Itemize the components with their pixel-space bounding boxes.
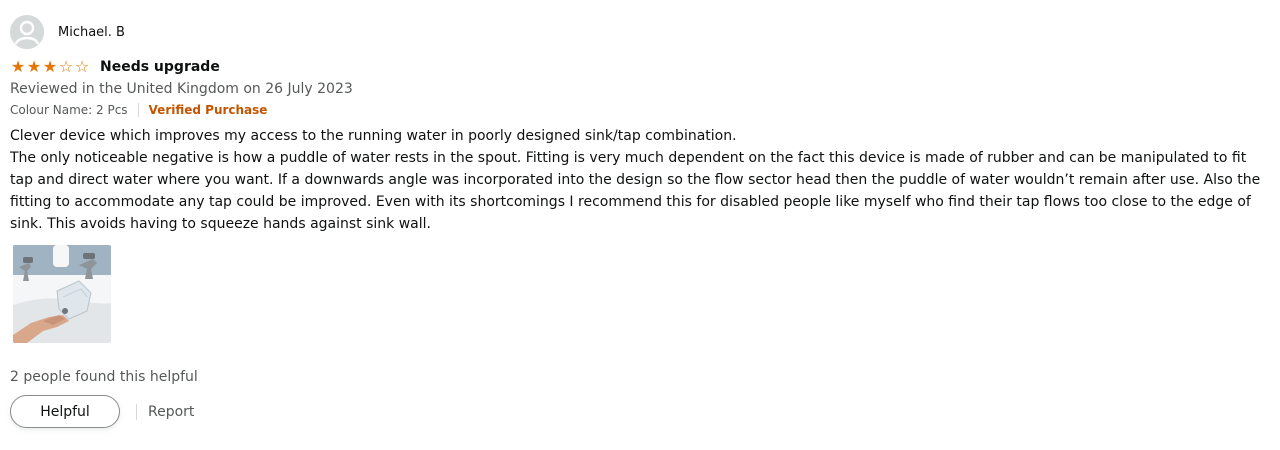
review-body: Clever device which improves my access t…	[10, 128, 1261, 232]
star-filled-icon: ★	[10, 57, 26, 76]
verified-purchase-badge: Verified Purchase	[148, 103, 268, 117]
review-card: Michael. B ★ ★ ★ ☆ ☆ Needs upgrade Reviewed …	[10, 14, 1272, 428]
divider	[137, 103, 139, 117]
star-empty-icon: ☆	[74, 57, 90, 76]
review-title[interactable]: Needs upgrade	[100, 59, 220, 75]
customer-photo-thumbnail[interactable]	[13, 245, 111, 343]
star-empty-icon: ☆	[58, 57, 74, 76]
star-filled-icon: ★	[42, 57, 58, 76]
star-rating[interactable]: ★ ★ ★ ☆ ☆	[10, 59, 90, 75]
review-title-row: ★ ★ ★ ☆ ☆ Needs upgrade	[10, 57, 1272, 77]
review-actions: Helpful Report	[10, 395, 1272, 428]
helpful-count: 2 people found this helpful	[10, 369, 198, 385]
report-link[interactable]: Report	[148, 404, 194, 420]
review-date: Reviewed in the United Kingdom on 26 Jul…	[10, 81, 353, 97]
divider	[136, 403, 137, 420]
star-filled-icon: ★	[26, 57, 42, 76]
variant-label[interactable]: Colour Name: 2 Pcs	[10, 103, 128, 117]
reviewer-name[interactable]: Michael. B	[58, 25, 125, 40]
avatar-icon	[10, 15, 44, 49]
review-format-strip: Colour Name: 2 Pcs Verified Purchase	[10, 101, 1272, 119]
customer-photo-sink-tap-icon	[13, 245, 111, 343]
reviewer-profile[interactable]: Michael. B	[10, 14, 1272, 50]
helpful-button[interactable]: Helpful	[10, 395, 120, 428]
